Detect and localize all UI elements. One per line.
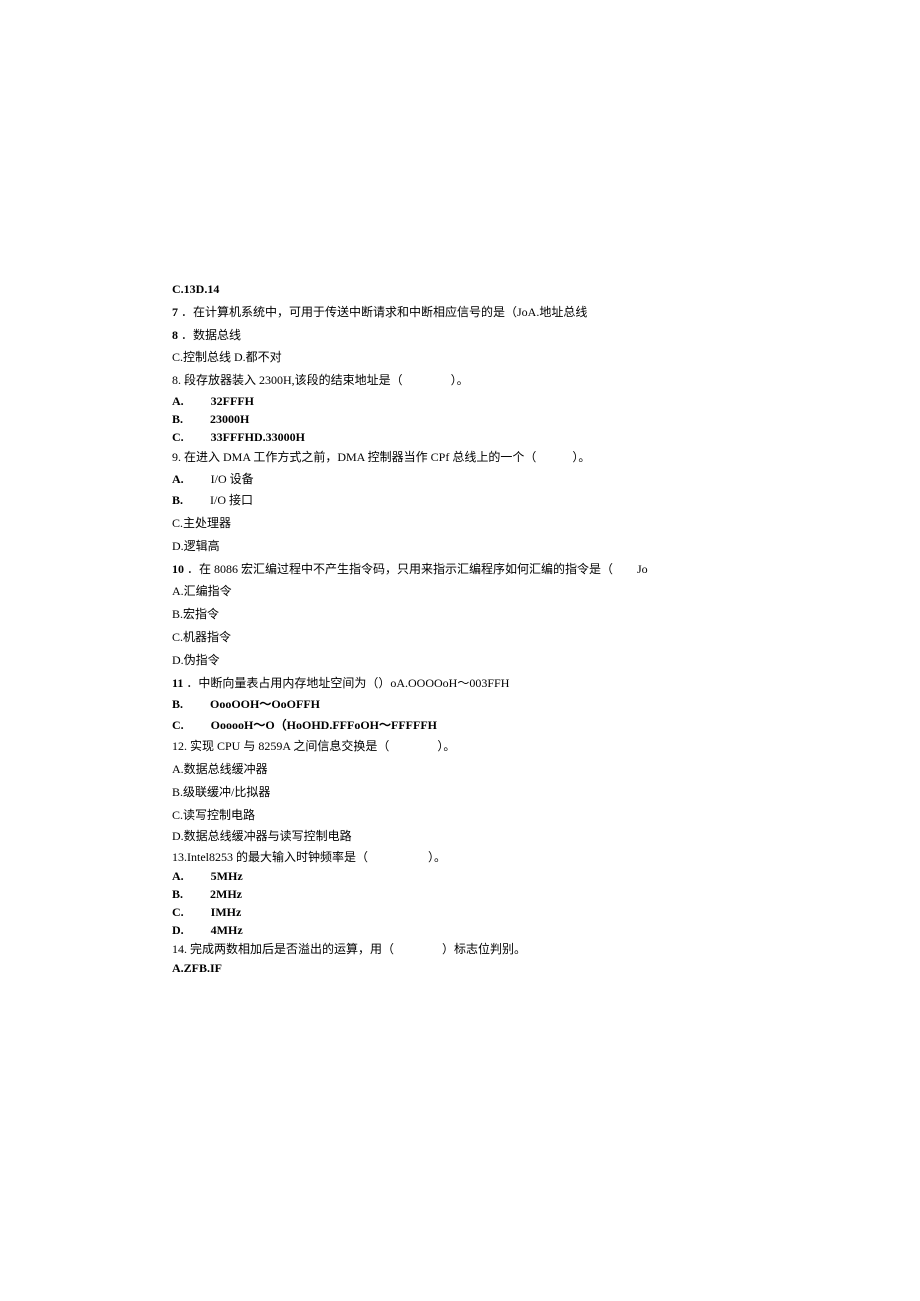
question-8-option-b: 8 ．数据总线 — [172, 324, 748, 347]
option-label: C. — [172, 905, 184, 919]
option-c: C. 33FFFHD.33000H — [172, 428, 748, 446]
option-label: B. — [172, 887, 183, 901]
option-text: 33FFFHD.33000H — [187, 430, 305, 444]
option-c: C.主处理器 — [172, 512, 748, 535]
question-text: ．中断向量表占用内存地址空间为（）oA.OOOOoH～003FFH — [186, 676, 509, 690]
option-c: C. OooooH～O（HoOHD.FFFoOH～FFFFFH — [172, 715, 748, 735]
option-text: I/O 接口 — [186, 493, 253, 507]
option-d: D.数据总线缓冲器与读写控制电路 — [172, 826, 748, 846]
option-c: C.机器指令 — [172, 626, 748, 649]
question-6-option-line: C.13D.14 — [172, 278, 748, 301]
document-page: C.13D.14 7 ．在计算机系统中，可用于传送中断请求和中断相应信号的是（J… — [172, 278, 748, 977]
question-9-line: 9. 在进入 DMA 工作方式之前，DMA 控制器当作 CPf 总线上的一个（ … — [172, 446, 748, 469]
question-7-line: 7 ．在计算机系统中，可用于传送中断请求和中断相应信号的是（JoA.地址总线 — [172, 301, 748, 324]
option-b: B. 23000H — [172, 410, 748, 428]
option-c-d: C.控制总线 D.都不对 — [172, 346, 748, 369]
option-text: 32FFFH — [187, 394, 254, 408]
question-11-line: 11 ．中断向量表占用内存地址空间为（）oA.OOOOoH～003FFH — [172, 672, 748, 695]
option-a: A.数据总线缓冲器 — [172, 758, 748, 781]
question-text: ．在 8086 宏汇编过程中不产生指令码，只用来指示汇编程序如何汇编的指令是（ … — [187, 562, 648, 576]
question-14-line: 14. 完成两数相加后是否溢出的运算，用（ ）标志位判别。 — [172, 939, 748, 959]
option-text: ．数据总线 — [181, 328, 241, 342]
option-text: 5MHz — [187, 869, 243, 883]
option-text: OooooH～O（HoOHD.FFFoOH～FFFFFH — [187, 718, 437, 732]
question-13-line: 13.Intel8253 的最大输入时钟频率是（ ）。 — [172, 847, 748, 867]
option-text: IMHz — [187, 905, 242, 919]
option-label: A. — [172, 869, 184, 883]
option-text: OooOOH～OoOFFH — [186, 697, 320, 711]
option-label: B. — [172, 493, 183, 507]
option-label: A. — [172, 472, 184, 486]
option-a: A. 32FFFH — [172, 392, 748, 410]
option-b: B. OooOOH～OoOFFH — [172, 694, 748, 714]
question-12-line: 12. 实现 CPU 与 8259A 之间信息交换是（ ）。 — [172, 735, 748, 758]
option-c: C.读写控制电路 — [172, 804, 748, 827]
option-text: 4MHz — [187, 923, 243, 937]
option-text: I/O 设备 — [187, 472, 254, 486]
question-number: 7 — [172, 305, 178, 319]
question-10-line: 10 ．在 8086 宏汇编过程中不产生指令码，只用来指示汇编程序如何汇编的指令… — [172, 558, 748, 581]
option-text: 2MHz — [186, 887, 242, 901]
question-text: ．在计算机系统中，可用于传送中断请求和中断相应信号的是（JoA.地址总线 — [181, 305, 587, 319]
option-b: B. I/O 接口 — [172, 489, 748, 512]
option-label: D. — [172, 923, 184, 937]
option-a: A. I/O 设备 — [172, 469, 748, 489]
option-text: 23000H — [186, 412, 249, 426]
option-d: D. 4MHz — [172, 921, 748, 939]
option-label: C. — [172, 430, 184, 444]
option-c: C. IMHz — [172, 903, 748, 921]
option-label: B. — [172, 697, 183, 711]
option-d: D.伪指令 — [172, 649, 748, 672]
option-b: B. 2MHz — [172, 885, 748, 903]
question-number: 11 — [172, 676, 183, 690]
option-label: A. — [172, 394, 184, 408]
question-number: 10 — [172, 562, 184, 576]
option-a: A. 5MHz — [172, 867, 748, 885]
option-label: C. — [172, 718, 184, 732]
option-label: B. — [172, 412, 183, 426]
option-b: B.宏指令 — [172, 603, 748, 626]
question-8-line: 8. 段存放器装入 2300H,该段的结束地址是（ ）。 — [172, 369, 748, 392]
option-line: A.ZFB.IF — [172, 959, 748, 977]
option-a: A.汇编指令 — [172, 580, 748, 603]
option-d: D.逻辑高 — [172, 535, 748, 558]
option-label: 8 — [172, 328, 178, 342]
option-b: B.级联缓冲/比拟器 — [172, 781, 748, 804]
